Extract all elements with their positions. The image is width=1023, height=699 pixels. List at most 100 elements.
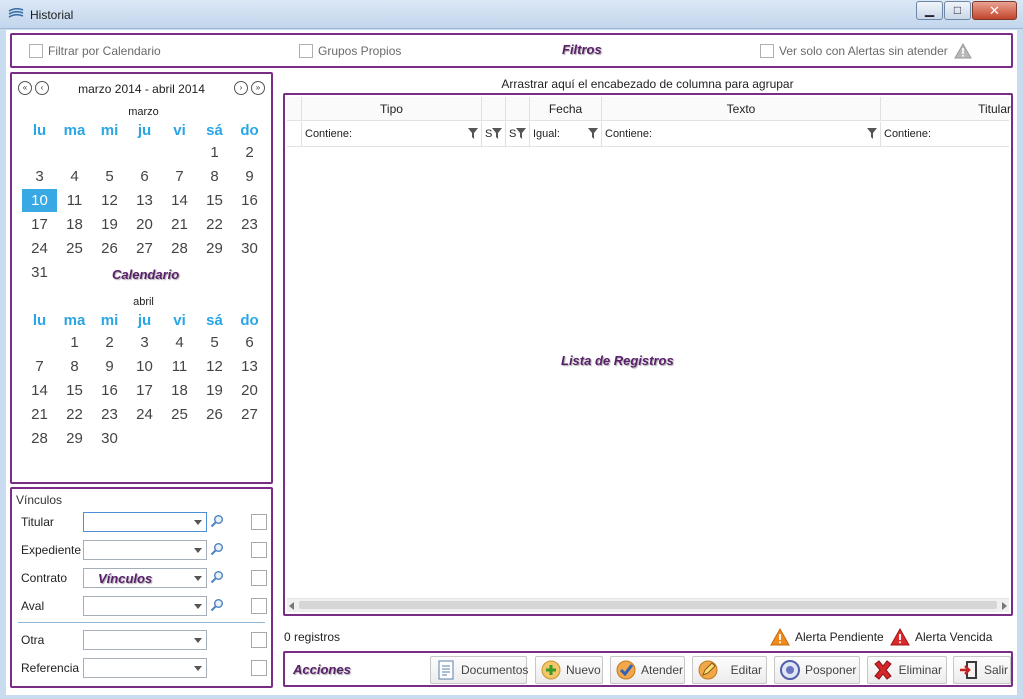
scroll-left-icon[interactable] [289, 602, 294, 610]
filter-funnel-icon[interactable] [468, 128, 478, 139]
own-groups-checkbox[interactable]: Grupos Propios [299, 44, 401, 58]
otra-checkbox[interactable] [251, 632, 267, 648]
calendar-day[interactable]: 2 [92, 331, 127, 354]
calendar-day[interactable]: 13 [127, 189, 162, 212]
calendar-day[interactable]: 12 [197, 355, 232, 378]
postpone-button[interactable]: Posponer [774, 656, 860, 684]
calendar-day[interactable]: 31 [22, 261, 57, 284]
calendar-day[interactable]: 1 [57, 331, 92, 354]
expediente-combo[interactable] [83, 540, 207, 560]
checkbox-box[interactable] [299, 44, 313, 58]
search-icon[interactable] [210, 598, 224, 612]
expediente-checkbox[interactable] [251, 542, 267, 558]
chevron-down-icon[interactable] [194, 548, 202, 553]
edit-button[interactable]: Editar [692, 656, 767, 684]
attend-button[interactable]: Atender [610, 656, 685, 684]
scrollbar-thumb[interactable] [299, 601, 997, 609]
calendar-day[interactable]: 14 [162, 189, 197, 212]
chevron-down-icon[interactable] [194, 576, 202, 581]
calendar-day[interactable]: 4 [57, 165, 92, 188]
calendar-day[interactable]: 10 [22, 189, 57, 212]
referencia-combo[interactable] [83, 658, 207, 678]
calendar-day[interactable]: 16 [232, 189, 267, 212]
calendar-day[interactable]: 9 [232, 165, 267, 188]
calendar-day[interactable]: 15 [197, 189, 232, 212]
calendar-day[interactable]: 11 [57, 189, 92, 212]
calendar-day[interactable]: 19 [92, 213, 127, 236]
calendar-day[interactable]: 7 [162, 165, 197, 188]
calendar-day[interactable]: 1 [197, 141, 232, 164]
titular-combo[interactable] [83, 512, 207, 532]
calendar-day[interactable]: 30 [92, 427, 127, 450]
close-button[interactable]: ✕ [972, 1, 1017, 20]
calendar-day[interactable]: 30 [232, 237, 267, 260]
search-icon[interactable] [210, 542, 224, 556]
aval-combo[interactable] [83, 596, 207, 616]
filter-calendar-checkbox[interactable]: Filtrar por Calendario [29, 44, 161, 58]
calendar-day[interactable]: 25 [57, 237, 92, 260]
calendar-day[interactable]: 10 [127, 355, 162, 378]
search-icon[interactable] [210, 514, 224, 528]
calendar-day[interactable]: 5 [197, 331, 232, 354]
filter-funnel-icon[interactable] [516, 128, 526, 139]
contrato-checkbox[interactable] [251, 570, 267, 586]
chevron-down-icon[interactable] [194, 638, 202, 643]
column-header-s2[interactable] [506, 97, 530, 120]
calendar-day[interactable]: 8 [197, 165, 232, 188]
documents-button[interactable]: Documentos [430, 656, 528, 684]
calendar-day[interactable]: 14 [22, 379, 57, 402]
calendar-day[interactable]: 15 [57, 379, 92, 402]
minimize-button[interactable]: ▁ [916, 1, 943, 20]
calendar-day[interactable]: 13 [232, 355, 267, 378]
calendar-day[interactable]: 11 [162, 355, 197, 378]
filter-funnel-icon[interactable] [492, 128, 502, 139]
calendar-day[interactable]: 9 [92, 355, 127, 378]
calendar-day[interactable]: 5 [92, 165, 127, 188]
filter-cell-tipo[interactable]: Contiene: [302, 122, 482, 146]
checkbox-box[interactable] [29, 44, 43, 58]
calendar-day[interactable]: 21 [22, 403, 57, 426]
calendar-day[interactable]: 28 [162, 237, 197, 260]
filter-funnel-icon[interactable] [867, 128, 877, 139]
calendar-day[interactable]: 24 [22, 237, 57, 260]
calendar-day[interactable]: 29 [57, 427, 92, 450]
calendar-day[interactable]: 18 [57, 213, 92, 236]
search-icon[interactable] [210, 570, 224, 584]
calendar-day[interactable]: 12 [92, 189, 127, 212]
maximize-button[interactable]: □ [944, 1, 971, 20]
column-header-fecha[interactable]: Fecha [530, 97, 602, 120]
chevron-down-icon[interactable] [194, 666, 202, 671]
calendar-day[interactable]: 26 [92, 237, 127, 260]
filter-cell-texto[interactable]: Contiene: [602, 122, 881, 146]
chevron-down-icon[interactable] [194, 520, 202, 525]
next-month-icon[interactable]: › [234, 81, 248, 95]
calendar-day[interactable]: 23 [92, 403, 127, 426]
chevron-down-icon[interactable] [194, 604, 202, 609]
calendar-day[interactable]: 20 [232, 379, 267, 402]
calendar-day[interactable]: 3 [22, 165, 57, 188]
exit-button[interactable]: Salir [953, 656, 1011, 684]
calendar-day[interactable]: 6 [232, 331, 267, 354]
last-month-icon[interactable]: » [251, 81, 265, 95]
column-header-tipo[interactable]: Tipo [302, 97, 482, 120]
otra-combo[interactable] [83, 630, 207, 650]
calendar-day[interactable]: 4 [162, 331, 197, 354]
calendar-day[interactable]: 16 [92, 379, 127, 402]
calendar-day[interactable]: 25 [162, 403, 197, 426]
referencia-checkbox[interactable] [251, 660, 267, 676]
calendar-day[interactable]: 17 [127, 379, 162, 402]
calendar-day[interactable]: 27 [127, 237, 162, 260]
scroll-right-icon[interactable] [1002, 602, 1007, 610]
calendar-day[interactable]: 23 [232, 213, 267, 236]
filter-cell-fecha[interactable]: Igual: [530, 122, 602, 146]
filter-funnel-icon[interactable] [588, 128, 598, 139]
delete-button[interactable]: Eliminar [867, 656, 947, 684]
new-button[interactable]: Nuevo [535, 656, 603, 684]
calendar-day[interactable]: 29 [197, 237, 232, 260]
column-header-texto[interactable]: Texto [602, 97, 881, 120]
calendar-day[interactable]: 21 [162, 213, 197, 236]
calendar-day[interactable]: 2 [232, 141, 267, 164]
calendar-day[interactable]: 24 [127, 403, 162, 426]
calendar-day[interactable]: 28 [22, 427, 57, 450]
calendar-day[interactable]: 18 [162, 379, 197, 402]
